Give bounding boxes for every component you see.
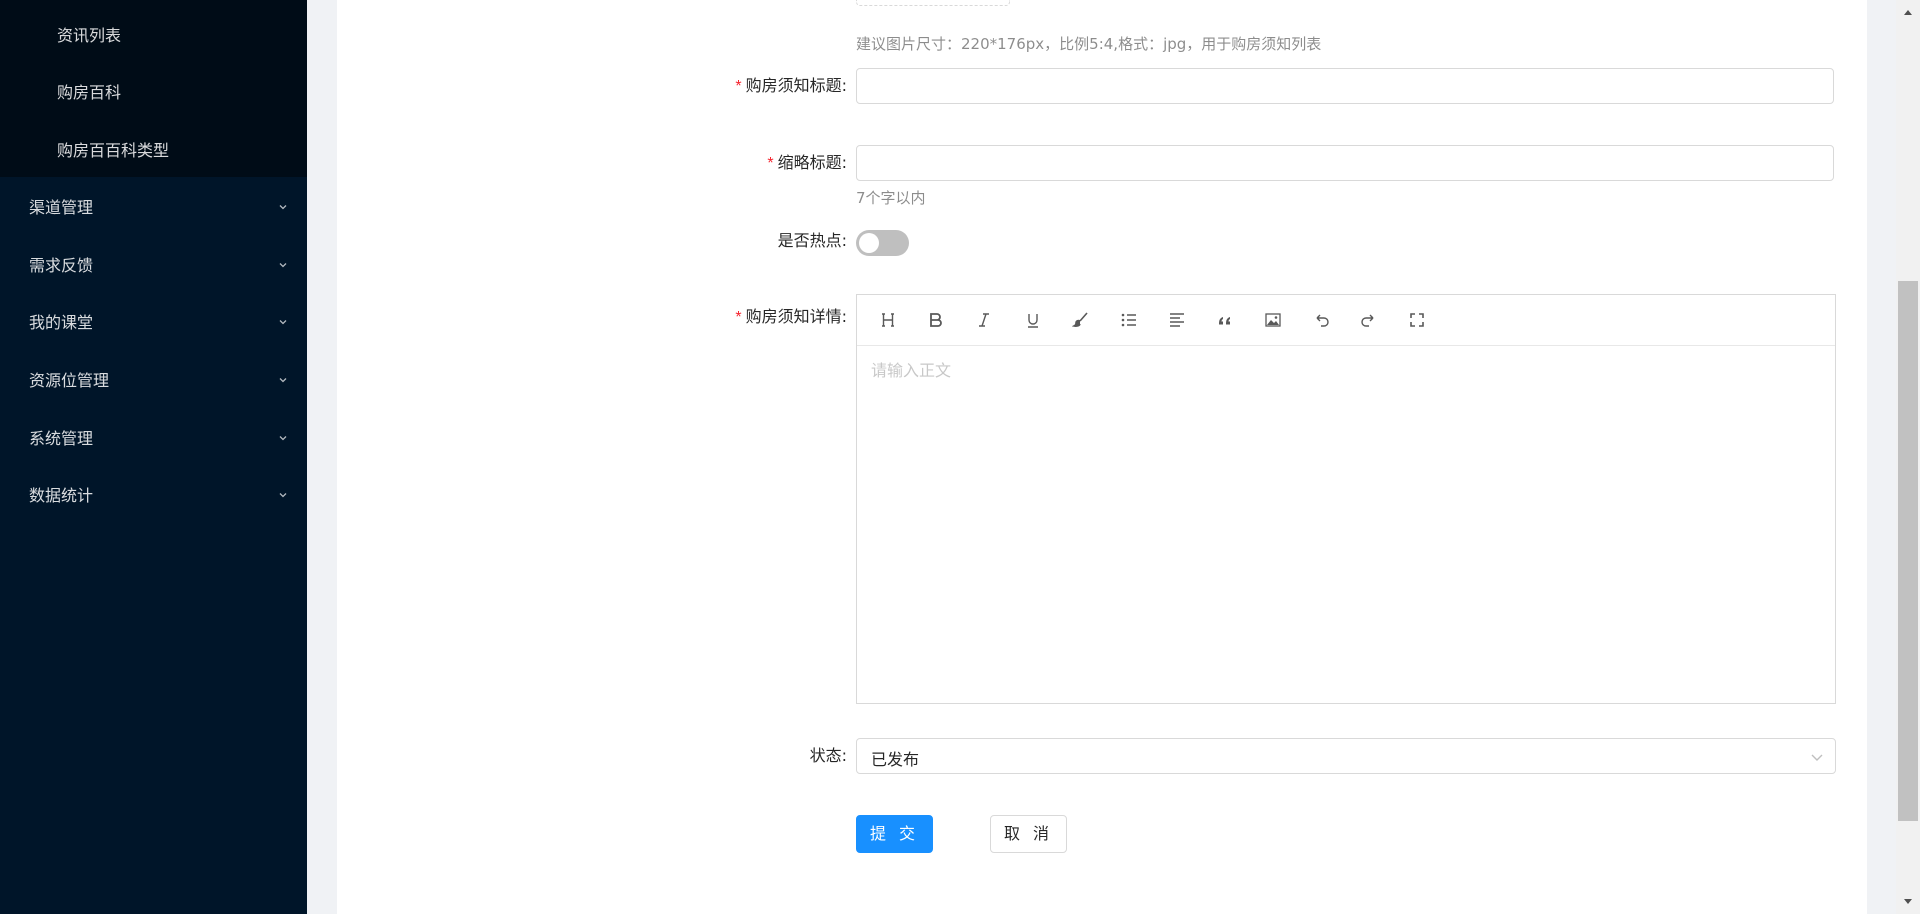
image-size-hint: 建议图片尺寸：220*176px，比例5:4,格式：jpg，用于购房须知列表 [856,35,1322,53]
detail-label: * 购房须知详情: [735,305,847,329]
sidebar-item-resources[interactable]: 资源位管理 [29,369,287,393]
undo-icon[interactable] [1309,308,1333,332]
sidebar-item-label: 资源位管理 [29,371,110,390]
short-title-label: * 缩略标题: [767,151,847,175]
sidebar-item-label: 我的课堂 [29,313,94,332]
sidebar-item-label: 系统管理 [29,429,94,448]
chevron-down-icon [279,378,287,383]
chevron-down-icon [279,436,287,441]
required-mark: * [735,309,742,326]
scroll-down-icon[interactable] [1900,894,1916,910]
sidebar-item-news-list[interactable]: 资讯列表 [57,26,121,46]
sidebar-item-channels[interactable]: 渠道管理 [29,196,287,220]
sidebar-item-label: 渠道管理 [29,198,94,217]
title-label-text: 购房须知标题: [745,76,847,95]
editor-placeholder[interactable]: 请输入正文 [871,357,951,381]
align-icon[interactable] [1165,308,1189,332]
brush-icon[interactable] [1069,308,1093,332]
status-select[interactable]: 已发布 [856,738,1836,774]
hot-toggle[interactable] [856,230,909,256]
sidebar-item-statistics[interactable]: 数据统计 [29,484,287,508]
underline-icon[interactable] [1021,308,1045,332]
image-uploader[interactable] [856,0,1010,6]
required-mark: * [767,155,774,172]
fullscreen-icon[interactable] [1405,308,1429,332]
toggle-knob [859,233,879,253]
sidebar-item-classroom[interactable]: 我的课堂 [29,311,287,335]
heading-icon[interactable] [876,308,900,332]
chevron-down-icon [279,205,287,210]
title-label: * 购房须知标题: [735,74,847,98]
image-icon[interactable] [1261,308,1285,332]
short-title-hint: 7个字以内 [856,189,926,207]
sidebar: 资讯列表 购房百科 购房百百科类型 渠道管理 需求反馈 我的课堂 资源位管理 系… [0,0,307,914]
bold-icon[interactable] [924,308,948,332]
scroll-up-icon[interactable] [1900,4,1916,20]
editor-toolbar [857,295,1835,346]
short-title-label-text: 缩略标题: [777,153,847,172]
sidebar-item-house-wiki[interactable]: 购房百科 [57,83,121,103]
detail-label-text: 购房须知详情: [745,307,847,326]
sidebar-item-label: 数据统计 [29,486,94,505]
sub-menu: 资讯列表 购房百科 购房百百科类型 [0,0,307,177]
chevron-down-icon [279,263,287,268]
cancel-button[interactable]: 取 消 [990,815,1067,853]
submit-button[interactable]: 提 交 [856,815,933,853]
italic-icon[interactable] [972,308,996,332]
scrollbar-thumb[interactable] [1898,281,1918,821]
chevron-down-icon [1811,754,1823,761]
sidebar-item-feedback[interactable]: 需求反馈 [29,254,287,278]
title-input[interactable] [856,68,1834,104]
required-mark: * [735,78,742,95]
quote-icon[interactable] [1213,308,1237,332]
sidebar-item-label: 需求反馈 [29,256,94,275]
chevron-down-icon [279,493,287,498]
status-select-value: 已发布 [871,750,920,769]
hot-label: 是否热点: [777,231,847,250]
list-icon[interactable] [1117,308,1141,332]
sidebar-item-system[interactable]: 系统管理 [29,427,287,451]
rich-text-editor: 请输入正文 [856,294,1836,704]
short-title-input[interactable] [856,145,1834,181]
chevron-down-icon [279,320,287,325]
redo-icon[interactable] [1357,308,1381,332]
sidebar-item-wiki-types[interactable]: 购房百百科类型 [57,141,169,161]
status-label: 状态: [809,746,847,765]
